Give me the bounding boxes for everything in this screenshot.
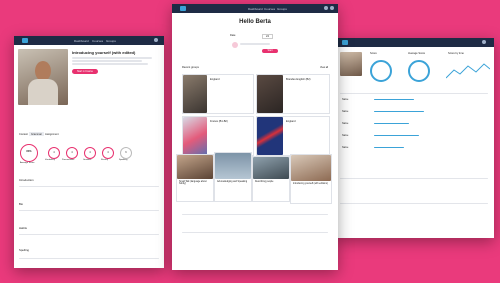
speaking-ring: 6 bbox=[120, 147, 132, 159]
center-navbar: Dashboard Courses Groups bbox=[172, 4, 338, 13]
tab-context[interactable]: Context bbox=[19, 133, 28, 136]
bell-icon[interactable] bbox=[324, 6, 328, 10]
group-card[interactable]: France (B1-B2) bbox=[182, 116, 254, 156]
lesson-card[interactable]: Introducing yourself (with editions) bbox=[290, 154, 332, 204]
lesson-card[interactable]: Acknowledging and Speaking bbox=[214, 152, 252, 202]
group-card[interactable]: England bbox=[182, 74, 254, 114]
group-card[interactable]: Brandes English (B2) bbox=[256, 74, 330, 114]
fluency-ring: 4 bbox=[102, 147, 114, 159]
logo bbox=[180, 6, 186, 11]
group-card[interactable]: England bbox=[256, 116, 330, 156]
center-screen: Dashboard Courses Groups Hello Berta Dat… bbox=[172, 4, 338, 270]
lesson-card[interactable]: Describing people bbox=[252, 156, 290, 202]
lesson-title: Introducing yourself (with edited) bbox=[72, 50, 136, 55]
section-habits: Habits bbox=[19, 226, 27, 230]
nav-link-courses[interactable]: Courses bbox=[264, 7, 275, 11]
nav-link[interactable]: Dashboard bbox=[74, 39, 89, 43]
view-all-link[interactable]: View all bbox=[320, 66, 328, 69]
grammar-ring: 4 bbox=[84, 147, 96, 159]
time-chart bbox=[446, 63, 490, 79]
nav-link-dashboard[interactable]: Dashboard bbox=[248, 7, 263, 11]
right-screen: Score Average Score Score by time Name N… bbox=[334, 38, 494, 238]
logo bbox=[342, 40, 348, 45]
nav-link[interactable]: Courses bbox=[92, 39, 103, 43]
lesson-card[interactable]: Small Talk (language about hobby) bbox=[176, 154, 214, 202]
score-chart bbox=[370, 60, 392, 82]
logo bbox=[22, 38, 28, 43]
tab-assignment[interactable]: Assignment bbox=[45, 133, 59, 136]
recent-groups-title: Recent groups bbox=[182, 66, 199, 69]
section-bio: Bio bbox=[19, 202, 24, 206]
score-label: Average Score bbox=[20, 162, 35, 164]
section-introduction: Introduction bbox=[19, 178, 34, 182]
average-chart bbox=[408, 60, 430, 82]
avatar[interactable] bbox=[482, 40, 486, 44]
start-button[interactable]: Start bbox=[262, 49, 278, 53]
nav-link-groups[interactable]: Groups bbox=[277, 7, 287, 11]
date-stepper[interactable]: 24 bbox=[262, 34, 273, 39]
left-navbar: Dashboard Courses Groups bbox=[14, 36, 164, 45]
date-label: Date bbox=[230, 34, 236, 37]
lesson-icon bbox=[232, 42, 238, 48]
tab-grammar[interactable]: Grammar bbox=[29, 132, 44, 136]
section-spelling: Spelling bbox=[19, 248, 29, 252]
vocabulary-ring: 4 bbox=[48, 147, 60, 159]
avatar[interactable] bbox=[330, 6, 334, 10]
score-ring: 80% bbox=[20, 144, 38, 162]
left-screen: Dashboard Courses Groups Introducing you… bbox=[14, 36, 164, 268]
right-navbar bbox=[334, 38, 494, 47]
score-value: 80% bbox=[26, 150, 32, 153]
start-button[interactable]: Start in Course bbox=[72, 69, 98, 74]
avatar[interactable] bbox=[154, 38, 158, 42]
teacher-photo bbox=[18, 49, 68, 105]
nav-link[interactable]: Groups bbox=[106, 39, 116, 43]
greeting: Hello Berta bbox=[239, 19, 271, 25]
student-photo bbox=[340, 52, 362, 76]
pronunciation-ring: 4 bbox=[66, 147, 78, 159]
